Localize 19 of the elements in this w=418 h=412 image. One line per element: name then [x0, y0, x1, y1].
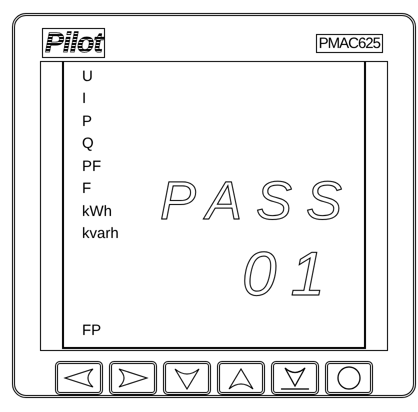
panel-button[interactable]	[109, 361, 157, 395]
segment-display-text: 01	[242, 244, 339, 306]
brand-logo: Pilot	[42, 28, 106, 58]
indicator-label: FP	[82, 322, 102, 338]
indicator-label: F	[82, 179, 92, 199]
segment-display-text: PASS	[160, 174, 356, 228]
panel-button[interactable]	[271, 361, 319, 395]
indicator-label: P	[82, 112, 94, 132]
indicator-label: PF	[82, 156, 102, 176]
indicator-label: kWh	[82, 202, 113, 222]
panel-button[interactable]	[217, 361, 265, 395]
panel-button[interactable]	[55, 361, 103, 395]
panel-button[interactable]	[163, 361, 211, 395]
panel-button[interactable]	[325, 361, 373, 395]
indicator-label: Q	[82, 134, 95, 154]
model-label: PMAC625	[316, 34, 383, 53]
indicator-label: I	[82, 89, 88, 109]
indicator-label: U	[82, 66, 94, 86]
indicator-label: kvarh	[82, 224, 119, 244]
